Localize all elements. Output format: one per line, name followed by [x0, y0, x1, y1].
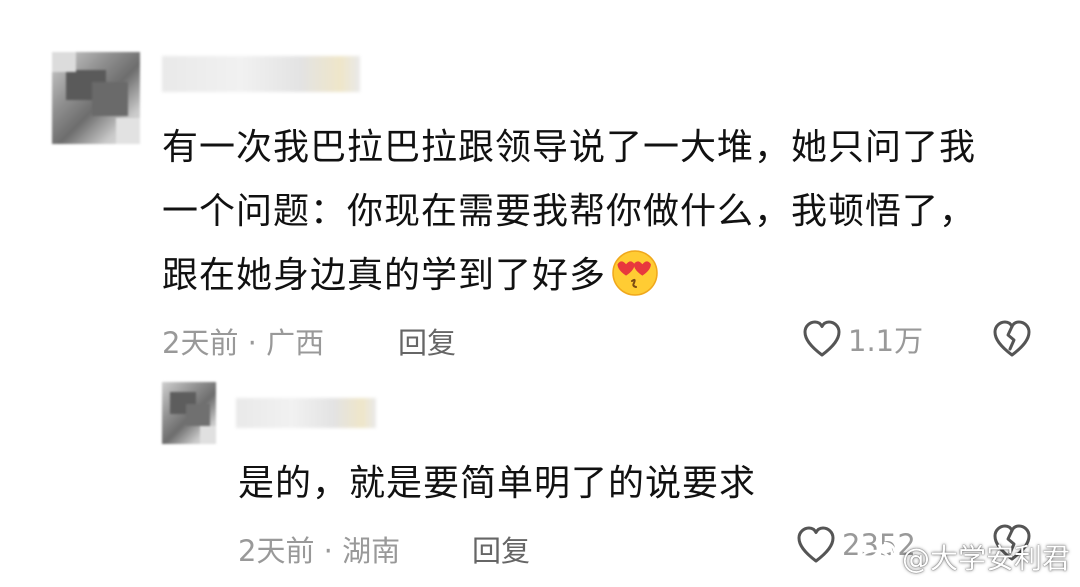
comment-text-line-3: 跟在她身边真的学到了好多 [162, 244, 1042, 308]
reply-username-blurred[interactable] [236, 398, 376, 428]
comment-text: 有一次我巴拉巴拉跟领导说了一大堆，她只问了我 一个问题：你现在需要我帮你做什么，… [162, 116, 1042, 308]
weibo-logo-icon [858, 541, 897, 573]
reply-button[interactable]: 回复 [398, 320, 456, 362]
reply-avatar[interactable] [162, 382, 216, 444]
dislike-button[interactable] [992, 320, 1032, 362]
heart-eyes-kiss-emoji-icon [612, 250, 658, 296]
reply-text: 是的，就是要简单明了的说要求 [238, 463, 757, 504]
broken-heart-icon [993, 320, 1031, 357]
username-blurred[interactable] [162, 56, 360, 92]
heart-outline-icon [803, 320, 841, 357]
reply-reply-button[interactable]: 回复 [472, 528, 530, 570]
comment-meta: 2天前 · 广西 [162, 326, 325, 360]
comment-text-line-1: 有一次我巴拉巴拉跟领导说了一大堆，她只问了我 [162, 127, 977, 168]
comment-text-line-3-content: 跟在她身边真的学到了好多 [162, 255, 607, 296]
like-button[interactable]: 1.1万 [802, 318, 923, 360]
weibo-watermark: @大学安利君 [858, 537, 1070, 577]
heart-outline-icon [797, 526, 835, 563]
avatar[interactable] [52, 52, 140, 144]
reply-meta: 2天前 · 湖南 [238, 534, 401, 568]
comment-text-line-2: 一个问题：你现在需要我帮你做什么，我顿悟了， [162, 191, 977, 232]
like-count: 1.1万 [848, 324, 924, 358]
watermark-text: @大学安利君 [901, 542, 1070, 575]
